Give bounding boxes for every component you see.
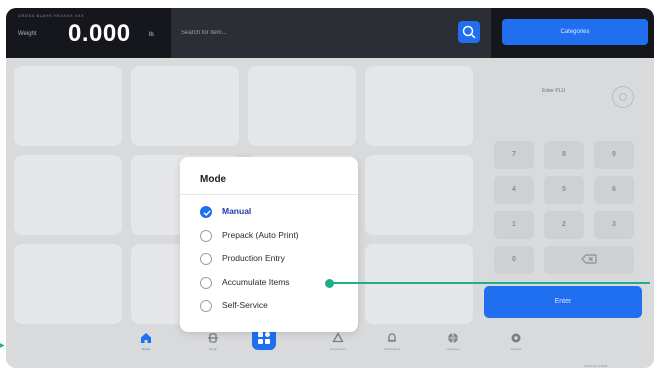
keypad-key-8[interactable]: 8 xyxy=(544,141,584,169)
weight-unit: lb xyxy=(149,32,154,38)
nav-label-language: Language xyxy=(446,347,460,351)
nav-item-notifications[interactable]: Notifications xyxy=(370,332,414,366)
nav-item-department[interactable]: Department xyxy=(316,332,360,366)
status-bar-text: 10:42 Jan 4 2024 xyxy=(584,364,608,368)
home-icon xyxy=(141,333,151,343)
callout-dot xyxy=(325,279,334,288)
keypad-key-0[interactable]: 0 xyxy=(494,246,534,274)
weight-status-text: GROSS BLAHS HXXXXX XXX xyxy=(18,13,85,18)
globe-icon xyxy=(448,333,458,343)
product-tile[interactable] xyxy=(365,155,473,235)
product-tile[interactable] xyxy=(248,66,356,146)
keypad-key-6[interactable]: 6 xyxy=(594,176,634,204)
nav-item-home[interactable]: Home xyxy=(124,332,168,366)
mode-option-label: Accumulate Items xyxy=(222,277,290,287)
categories-button[interactable]: Categories xyxy=(502,19,648,45)
mode-option-manual[interactable]: Manual xyxy=(200,205,350,221)
product-tile[interactable] xyxy=(14,155,122,235)
bottom-nav: Home Weigh Department Notifications Lang… xyxy=(6,328,654,368)
callout-arrow-icon: ▶ xyxy=(0,343,5,349)
backspace-button[interactable] xyxy=(544,246,634,274)
backspace-icon xyxy=(581,254,597,264)
keypad-key-9[interactable]: 9 xyxy=(594,141,634,169)
nav-item-weigh[interactable]: Weigh xyxy=(191,332,235,366)
mode-option-production-entry[interactable]: Production Entry xyxy=(200,252,350,268)
mode-dialog-title: Mode xyxy=(200,174,227,185)
gear-icon xyxy=(511,333,521,343)
scale-icon xyxy=(208,333,218,343)
mode-option-label: Prepack (Auto Print) xyxy=(222,230,299,240)
nav-label-weigh: Weigh xyxy=(208,347,218,351)
mode-option-prepack[interactable]: Prepack (Auto Print) xyxy=(200,229,350,245)
nav-label-home: Home xyxy=(141,347,150,351)
product-tile[interactable] xyxy=(365,66,473,146)
recycle-icon xyxy=(332,332,344,343)
enter-button[interactable]: Enter xyxy=(484,286,642,318)
nav-label-notifications: Notifications xyxy=(383,347,401,351)
nav-label-settings: Settings xyxy=(510,347,522,351)
top-bar: GROSS BLAHS HXXXXX XXX Weight 0.000 lb C… xyxy=(6,8,654,58)
keypad-key-4[interactable]: 4 xyxy=(494,176,534,204)
weight-value: 0.000 xyxy=(68,20,131,47)
keypad-key-5[interactable]: 5 xyxy=(544,176,584,204)
search-icon xyxy=(462,25,476,39)
product-tile[interactable] xyxy=(365,244,473,324)
search-input[interactable] xyxy=(179,24,443,42)
mode-dialog: Mode Manual Prepack (Auto Print) Product… xyxy=(180,157,358,332)
product-tile[interactable] xyxy=(14,66,122,146)
radio-icon xyxy=(200,230,212,242)
bell-icon xyxy=(388,333,396,342)
product-tile[interactable] xyxy=(131,66,239,146)
plu-settings-icon[interactable] xyxy=(612,86,634,108)
plu-label: Enter PLU xyxy=(542,88,566,94)
search-button[interactable] xyxy=(458,21,480,43)
nav-label-department: Department xyxy=(330,347,346,351)
mode-option-label: Production Entry xyxy=(222,253,285,263)
search-bar xyxy=(171,8,491,58)
dialog-divider xyxy=(180,194,358,195)
keypad-key-2[interactable]: 2 xyxy=(544,211,584,239)
mode-option-label: Manual xyxy=(222,206,252,216)
callout-line xyxy=(330,282,650,284)
nav-item-settings[interactable]: Settings xyxy=(494,332,538,366)
mode-option-label: Self-Service xyxy=(222,300,268,310)
nav-item-language[interactable]: Language xyxy=(431,332,475,366)
radio-checked-icon xyxy=(200,206,212,218)
radio-icon xyxy=(200,300,212,312)
radio-icon xyxy=(200,253,212,265)
keypad-key-1[interactable]: 1 xyxy=(494,211,534,239)
mode-option-self-service[interactable]: Self-Service xyxy=(200,299,350,315)
keypad-key-3[interactable]: 3 xyxy=(594,211,634,239)
radio-icon xyxy=(200,277,212,289)
product-tile[interactable] xyxy=(14,244,122,324)
keypad-key-7[interactable]: 7 xyxy=(494,141,534,169)
weight-label: Weight xyxy=(18,31,37,37)
